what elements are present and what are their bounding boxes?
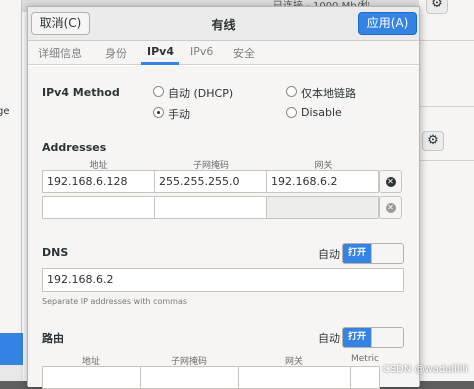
dns-hint: Separate IP addresses with commas: [42, 297, 188, 306]
delete-row-button[interactable]: ✕: [379, 170, 402, 193]
toggle-on-label: 打开: [343, 244, 371, 263]
tab-identity[interactable]: 身份: [105, 45, 127, 61]
delete-row-button[interactable]: ✕: [379, 196, 402, 219]
sidebar-bottom: [0, 365, 23, 381]
dns-label: DNS: [42, 246, 69, 259]
gateway-field[interactable]: [266, 196, 379, 219]
sidebar-selected-item[interactable]: [0, 333, 23, 365]
route-gateway-field[interactable]: [238, 366, 351, 389]
toggle-knob: [371, 244, 403, 263]
ipv4-method-label: IPv4 Method: [42, 86, 120, 99]
apply-button[interactable]: 应用(A): [358, 12, 417, 35]
dialog-header: 取消(C) 有线 应用(A): [28, 7, 419, 41]
netmask-field[interactable]: [154, 196, 267, 219]
close-icon: ✕: [385, 176, 396, 187]
routes-auto-toggle[interactable]: 打开: [342, 327, 404, 348]
gear-icon[interactable]: ⚙: [422, 131, 444, 151]
routes-auto-label: 自动: [318, 332, 340, 345]
panel-divider: [419, 40, 474, 41]
radio-button[interactable]: [153, 86, 164, 97]
wired-settings-dialog: 取消(C) 有线 应用(A) 详细信息 身份 IPv4 IPv6 安全 IPv4…: [27, 6, 420, 389]
route-metric-field[interactable]: [350, 366, 380, 389]
tab-bar: 详细信息 身份 IPv4 IPv6 安全: [28, 41, 419, 65]
panel-divider: [419, 106, 474, 107]
netmask-field[interactable]: 255.255.255.0: [154, 170, 267, 193]
route-netmask-field[interactable]: [140, 366, 239, 389]
tab-ipv6[interactable]: IPv6: [190, 45, 213, 58]
ipv4-settings: IPv4 Method 自动 (DHCP) 仅本地链路 手动 Disable A…: [28, 66, 419, 389]
radio-button-checked[interactable]: [153, 107, 164, 118]
sidebar-partial-label: ge: [0, 106, 10, 117]
dns-auto-label: 自动: [318, 248, 340, 261]
tab-ipv4[interactable]: IPv4: [147, 45, 174, 58]
route-address-field[interactable]: [42, 366, 141, 389]
route-column-metric: Metric: [351, 354, 379, 364]
background-right-panel: [419, 0, 474, 381]
gear-icon[interactable]: ⚙: [426, 0, 448, 14]
radio-button[interactable]: [286, 86, 297, 97]
watermark: CSDN @wadalilili: [382, 364, 468, 375]
addresses-label: Addresses: [42, 141, 107, 154]
gateway-field[interactable]: 192.168.6.2: [266, 170, 379, 193]
panel-divider: [419, 160, 474, 161]
active-tab-indicator: [141, 62, 179, 65]
toggle-knob: [371, 328, 403, 347]
address-field[interactable]: 192.168.6.128: [42, 170, 155, 193]
toggle-on-label: 打开: [343, 328, 371, 347]
dns-input[interactable]: 192.168.6.2: [42, 268, 404, 292]
tab-security[interactable]: 安全: [233, 45, 255, 61]
dns-auto-toggle[interactable]: 打开: [342, 243, 404, 264]
close-icon: ✕: [385, 202, 396, 213]
address-field[interactable]: [42, 196, 155, 219]
background-sidebar: ge: [0, 0, 22, 381]
radio-button[interactable]: [286, 107, 297, 118]
tab-details[interactable]: 详细信息: [38, 45, 82, 61]
routes-label: 路由: [42, 332, 64, 345]
